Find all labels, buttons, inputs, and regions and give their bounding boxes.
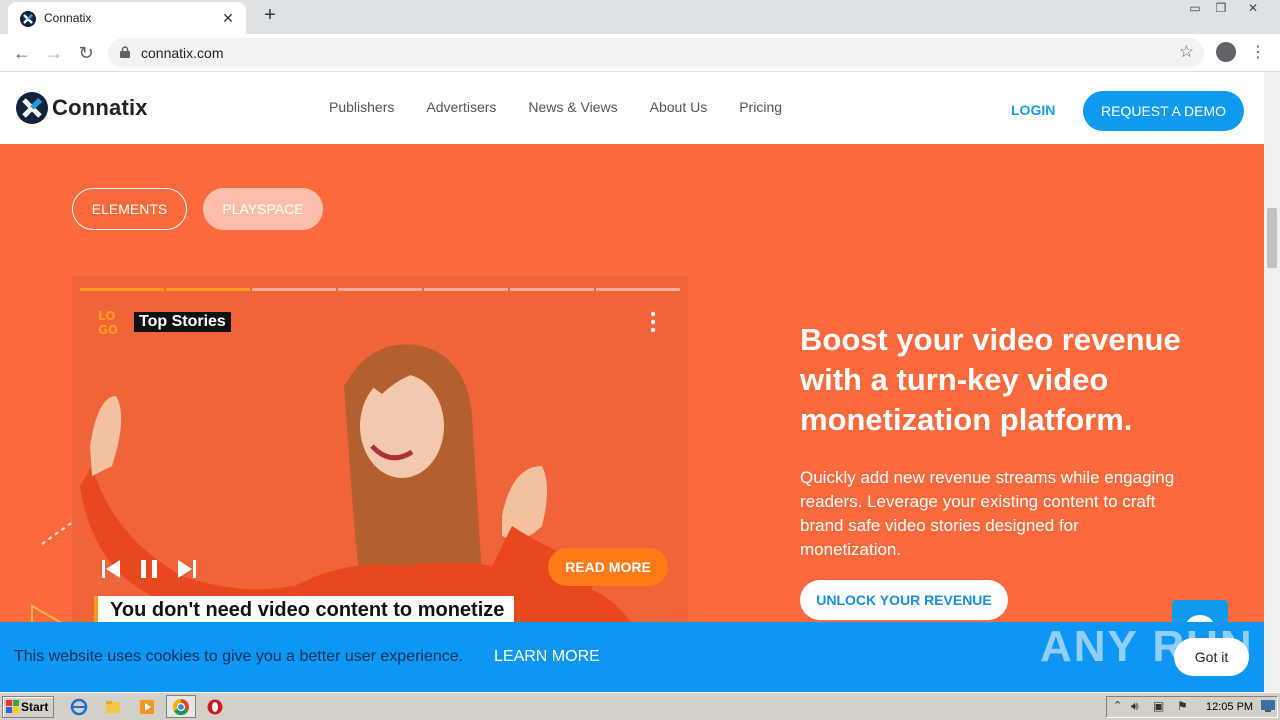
progress-segment <box>252 288 336 291</box>
read-more-button[interactable]: READ MORE <box>548 548 668 586</box>
close-window-button[interactable]: ✕ <box>1240 0 1266 18</box>
lock-icon <box>120 46 130 58</box>
progress-segment <box>80 288 164 291</box>
new-tab-button[interactable]: + <box>258 4 282 27</box>
tab-playspace[interactable]: PLAYSPACE <box>203 188 323 230</box>
start-button[interactable]: Start <box>2 696 54 718</box>
chrome-icon <box>172 698 189 716</box>
network-icon[interactable]: ▣ <box>1153 699 1164 713</box>
chrome-taskbar-item[interactable] <box>166 695 196 718</box>
story-caption: You don't need video content to monetize <box>94 596 515 625</box>
windows-flag-icon <box>6 700 19 713</box>
tab-elements[interactable]: ELEMENTS <box>72 188 187 230</box>
volume-icon[interactable]: 🔊︎ <box>1131 699 1139 714</box>
player-menu-icon[interactable] <box>644 310 662 334</box>
nav-about-us[interactable]: About Us <box>650 99 708 115</box>
hero-headline: Boost your video revenue with a turn-key… <box>800 322 1181 437</box>
connatix-favicon-icon <box>20 11 36 27</box>
progress-segment <box>338 288 422 291</box>
connatix-logo[interactable]: Connatix <box>16 92 148 124</box>
brand-name: Connatix <box>52 95 148 120</box>
channel-logo-icon: LO GO <box>98 309 118 336</box>
got-it-button[interactable]: Got it <box>1174 638 1249 676</box>
progress-segment <box>166 288 250 291</box>
learn-more-link[interactable]: LEARN MORE <box>494 648 600 666</box>
file-explorer-icon[interactable] <box>104 698 122 716</box>
restore-window-button[interactable]: ❐ <box>1208 0 1234 18</box>
hero-section: ELEMENTS PLAYSPACE LO GO Top Stories REA… <box>0 144 1264 692</box>
back-arrow-icon[interactable]: ← <box>10 42 34 64</box>
scrollbar-thumb[interactable] <box>1267 208 1277 268</box>
start-label: Start <box>21 700 49 714</box>
page-scrollbar[interactable] <box>1264 72 1280 692</box>
action-center-flag-icon[interactable]: ⚑ <box>1177 699 1188 713</box>
windows-taskbar: Start ⌃ 🔊︎ ▣ ⚑ 12:05 PM <box>0 692 1280 720</box>
browser-toolbar: ← → ↻ connatix.com ☆ ⋮ <box>0 34 1280 72</box>
site-header: Connatix Publishers Advertisers News & V… <box>0 72 1264 144</box>
pause-icon[interactable] <box>136 556 162 582</box>
cookie-banner: ANY RUN This website uses cookies to giv… <box>0 622 1264 692</box>
progress-segment <box>510 288 594 291</box>
svg-text:GO: GO <box>98 323 118 336</box>
address-bar[interactable]: connatix.com ☆ <box>108 38 1204 68</box>
unlock-revenue-button[interactable]: UNLOCK YOUR REVENUE <box>800 580 1008 620</box>
bookmark-star-icon[interactable]: ☆ <box>1179 42 1194 62</box>
media-player-icon[interactable] <box>138 698 156 716</box>
svg-text:LO: LO <box>98 309 115 323</box>
progress-segment <box>596 288 680 291</box>
request-demo-button[interactable]: REQUEST A DEMO <box>1083 91 1244 131</box>
connatix-logo-icon <box>16 92 48 124</box>
browser-tab[interactable]: Connatix ✕ <box>8 2 246 34</box>
url-text: connatix.com <box>141 45 224 61</box>
opera-icon[interactable] <box>206 698 224 716</box>
story-progress <box>80 288 682 291</box>
minimize-window-button[interactable]: ▭ <box>1182 0 1208 18</box>
previous-track-icon[interactable] <box>98 556 124 582</box>
next-track-icon[interactable] <box>174 556 200 582</box>
tab-title: Connatix <box>44 11 92 25</box>
login-link[interactable]: LOGIN <box>1011 102 1055 118</box>
nav-publishers[interactable]: Publishers <box>329 99 394 115</box>
close-tab-icon[interactable]: ✕ <box>218 8 238 28</box>
internet-explorer-icon[interactable] <box>70 698 88 716</box>
cookie-message: This website uses cookies to give you a … <box>14 648 464 665</box>
system-clock: 12:05 PM <box>1206 701 1254 713</box>
browser-tabstrip: Connatix ✕ + ▭ ❐ ✕ <box>0 0 1280 34</box>
profile-avatar-icon[interactable] <box>1216 42 1236 62</box>
forward-arrow-icon[interactable]: → <box>42 42 66 64</box>
hero-subtext: Quickly add new revenue streams while en… <box>800 468 1175 559</box>
show-desktop-icon[interactable] <box>1260 699 1276 713</box>
nav-pricing[interactable]: Pricing <box>739 99 782 115</box>
main-nav: Publishers Advertisers News & Views Abou… <box>329 99 814 115</box>
nav-news-views[interactable]: News & Views <box>528 99 617 115</box>
tray-expand-icon[interactable]: ⌃ <box>1113 699 1122 712</box>
progress-segment <box>424 288 508 291</box>
nav-advertisers[interactable]: Advertisers <box>426 99 496 115</box>
browser-menu-icon[interactable]: ⋮ <box>1250 42 1266 62</box>
reload-icon[interactable]: ↻ <box>74 42 98 64</box>
web-page: Connatix Publishers Advertisers News & V… <box>0 72 1264 692</box>
channel-title: Top Stories <box>134 312 231 332</box>
